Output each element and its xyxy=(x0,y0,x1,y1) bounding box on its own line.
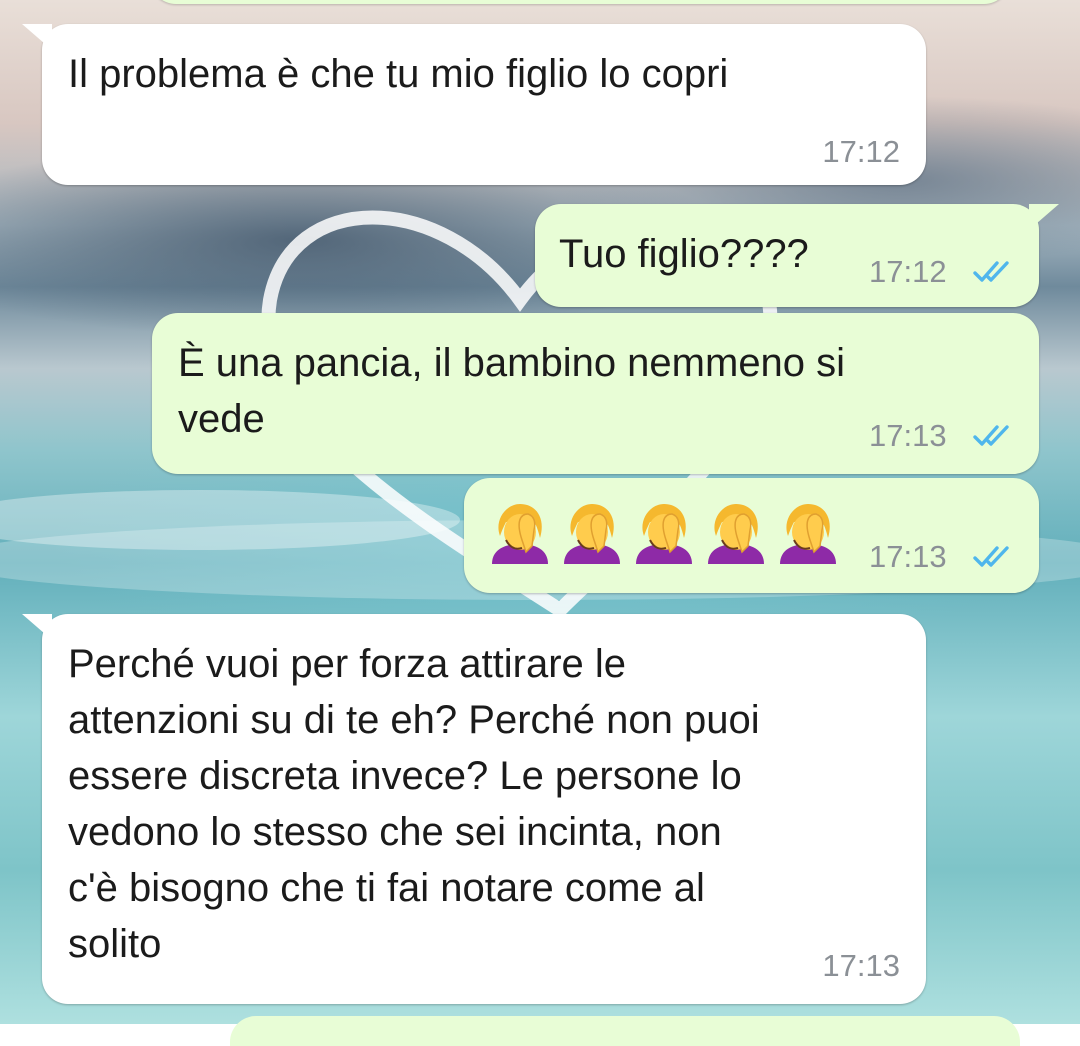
bubble-tail xyxy=(22,24,52,50)
bubble-tail xyxy=(1029,204,1059,230)
face-palm-woman-icon xyxy=(708,504,764,564)
bubble-tail xyxy=(22,614,52,640)
message-bubble-outgoing[interactable]: È una pancia, il bambino nemmeno si vede… xyxy=(152,313,1039,474)
face-palm-woman-icon xyxy=(492,504,548,564)
message-text-line: attenzioni su di te eh? Perché non puoi xyxy=(68,698,760,742)
message-bubble-incoming[interactable]: Il problema è che tu mio figlio lo copri… xyxy=(22,24,926,185)
message-bubble-incoming[interactable]: Perché vuoi per forza attirare le attenz… xyxy=(22,614,926,1004)
message-time: 17:13 xyxy=(869,539,947,574)
message-text-line: solito xyxy=(68,922,162,966)
message-text-line: vede xyxy=(178,397,265,441)
message-time: 17:12 xyxy=(869,254,947,289)
message-text-line: È una pancia, il bambino nemmeno si xyxy=(178,341,846,385)
previous-message-edge xyxy=(150,0,1010,4)
message-text-line: essere discreta invece? Le persone lo xyxy=(68,754,742,798)
double-check-icon xyxy=(973,261,1009,282)
double-check-icon xyxy=(973,546,1009,567)
message-time: 17:13 xyxy=(869,418,947,453)
message-bubble-outgoing[interactable]: 17:13 xyxy=(464,478,1039,593)
face-palm-woman-icon xyxy=(780,504,836,564)
message-text-line: vedono lo stesso che sei incinta, non xyxy=(68,810,722,854)
face-palm-woman-icon xyxy=(636,504,692,564)
double-check-icon xyxy=(973,425,1009,446)
message-text: Tuo figlio???? xyxy=(559,232,809,276)
message-text-line: c'è bisogno che ti fai notare come al xyxy=(68,866,705,910)
message-text-line: Perché vuoi per forza attirare le xyxy=(68,642,627,686)
message-bubble-outgoing[interactable]: Tuo figlio???? 17:12 xyxy=(535,204,1059,307)
face-palm-woman-icon xyxy=(564,504,620,564)
message-text: Il problema è che tu mio figlio lo copri xyxy=(68,52,729,96)
emoji-row xyxy=(486,500,842,568)
message-time: 17:12 xyxy=(822,134,900,169)
next-message-edge xyxy=(230,1016,1020,1046)
message-time: 17:13 xyxy=(822,948,900,983)
